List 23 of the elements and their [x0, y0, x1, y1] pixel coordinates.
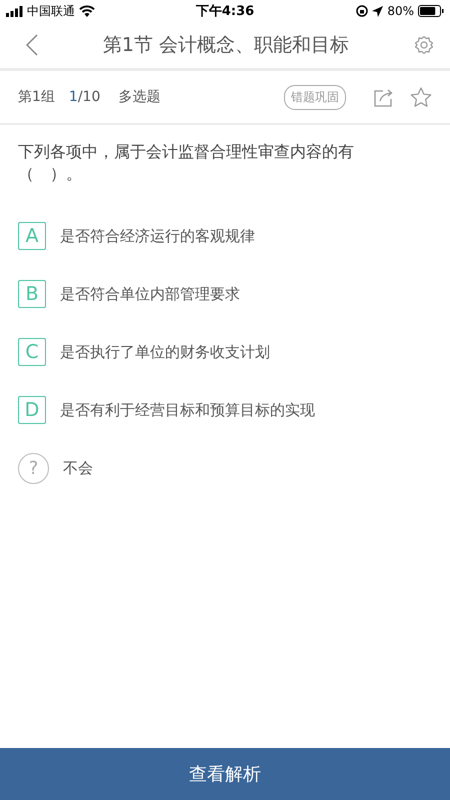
star-icon[interactable] — [410, 86, 432, 108]
option-text[interactable]: 不会 — [63, 458, 93, 478]
wifi-icon — [79, 5, 95, 17]
battery-percent: 80% — [387, 4, 414, 18]
status-time: 下午4:36 — [196, 3, 254, 20]
carrier-name: 中国联通 — [27, 2, 75, 20]
question-text: 下列各项中，属于会计监督合理性审查内容的有（ ）。 — [18, 141, 355, 185]
battery-icon — [418, 5, 444, 17]
location-icon — [372, 6, 384, 16]
signal-icon — [6, 6, 23, 16]
progress-counter: 1/10 — [68, 89, 100, 105]
back-icon[interactable] — [26, 34, 38, 56]
question-type: 多选题 — [118, 88, 160, 106]
nav-title: 第1节 会计概念、职能和目标 — [102, 33, 350, 58]
option-text[interactable]: 是否执行了单位的财务收支计划 — [60, 342, 270, 362]
rotation-lock-icon — [356, 5, 368, 17]
view-analysis-button[interactable]: 查看解析 — [0, 748, 450, 800]
option-text[interactable]: 是否有利于经营目标和预算目标的实现 — [60, 400, 315, 420]
option-text[interactable]: 是否符合经济运行的客观规律 — [60, 226, 255, 246]
settings-icon[interactable] — [414, 35, 434, 55]
group-label: 第1组 — [18, 88, 55, 106]
option-text[interactable]: 是否符合单位内部管理要求 — [60, 284, 240, 304]
share-icon[interactable] — [374, 88, 394, 106]
